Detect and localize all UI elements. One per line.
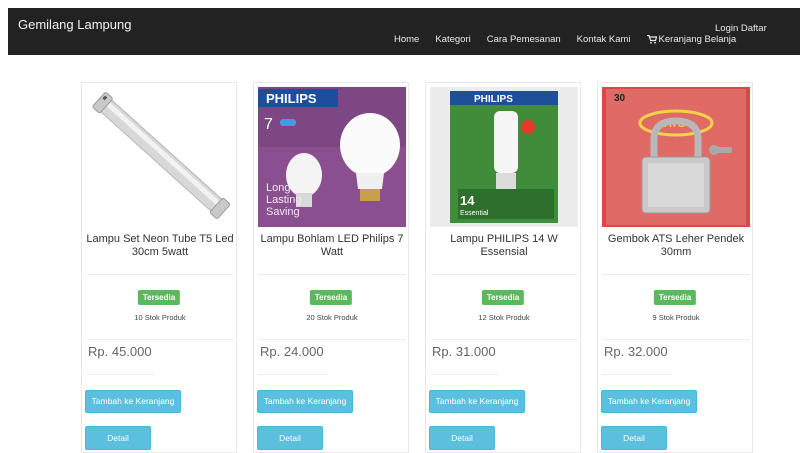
nav-home[interactable]: Home [394,34,419,45]
top-navbar: Gemilang Lampung Home Kategori Cara Peme… [8,8,800,55]
status-badge: Tersedia [309,290,353,305]
divider [86,339,234,340]
cart-icon [646,35,657,44]
product-price: Rp. 24.000 [260,344,324,359]
divider [430,374,500,375]
svg-text:Lasting: Lasting [266,194,301,206]
product-title[interactable]: Gembok ATS Leher Pendek 30mm [598,233,754,259]
login-daftar-link[interactable]: Login Daftar [715,23,767,34]
svg-text:Essential: Essential [460,210,489,217]
svg-text:14: 14 [460,193,475,208]
product-image-philips-bulb[interactable]: PHILIPS 7 Long Lasting Saving [258,87,406,227]
status-badge: Tersedia [481,290,525,305]
svg-text:PHILIPS: PHILIPS [266,91,317,106]
product-price: Rp. 45.000 [88,344,152,359]
product-title[interactable]: Lampu Set Neon Tube T5 Led 30cm 5watt [82,233,238,259]
divider [430,339,578,340]
add-to-cart-button[interactable]: Tambah ke Keranjang [257,390,353,413]
add-to-cart-button[interactable]: Tambah ke Keranjang [601,390,697,413]
divider [258,274,406,275]
product-price: Rp. 31.000 [432,344,496,359]
add-to-cart-button[interactable]: Tambah ke Keranjang [85,390,181,413]
divider [86,374,156,375]
nav-keranjang-belanja[interactable]: Keranjang Belanja [646,34,737,45]
status-badge: Tersedia [137,290,181,305]
svg-text:Saving: Saving [266,206,300,218]
product-card: PHILIPS 7 Long Lasting Saving Lampu Bohl… [253,82,409,453]
svg-text:7: 7 [264,116,273,133]
product-title[interactable]: Lampu PHILIPS 14 W Essensial [426,233,582,259]
stock-count: 9 Stok Produk [652,313,700,322]
product-card: 30 ATS Gembok ATS Leher Pendek 30mm Ters… [597,82,753,453]
nav-cara-pemesanan[interactable]: Cara Pemesanan [487,34,561,45]
nav-kontak-kami[interactable]: Kontak Kami [577,34,631,45]
stock-count: 10 Stok Produk [134,313,186,322]
divider [602,339,750,340]
product-image-philips-essential[interactable]: PHILIPS 14 Essential [430,87,578,227]
product-price: Rp. 32.000 [604,344,668,359]
product-card: PHILIPS 14 Essential Lampu PHILIPS 14 W … [425,82,581,453]
brand-name[interactable]: Gemilang Lampung [18,17,131,32]
svg-text:Long: Long [266,182,290,194]
nav-links: Home Kategori Cara Pemesanan Kontak Kami… [394,34,736,45]
product-card: Lampu Set Neon Tube T5 Led 30cm 5watt Te… [81,82,237,453]
divider [602,374,672,375]
svg-text:PHILIPS: PHILIPS [474,94,513,105]
divider [430,274,578,275]
detail-button[interactable]: Detail [601,426,667,450]
detail-button[interactable]: Detail [257,426,323,450]
product-title[interactable]: Lampu Bohlam LED Philips 7 Watt [254,233,410,259]
divider [86,274,234,275]
status-badge: Tersedia [653,290,697,305]
svg-text:30: 30 [614,93,626,104]
nav-cart-label: Keranjang Belanja [658,34,737,45]
nav-kategori[interactable]: Kategori [435,34,470,45]
divider [258,339,406,340]
product-image-neon-tube[interactable] [86,87,234,227]
stock-count: 20 Stok Produk [306,313,358,322]
add-to-cart-button[interactable]: Tambah ke Keranjang [429,390,525,413]
detail-button[interactable]: Detail [85,426,151,450]
divider [602,274,750,275]
product-image-padlock[interactable]: 30 ATS [602,87,750,227]
stock-count: 12 Stok Produk [478,313,530,322]
divider [258,374,328,375]
detail-button[interactable]: Detail [429,426,495,450]
